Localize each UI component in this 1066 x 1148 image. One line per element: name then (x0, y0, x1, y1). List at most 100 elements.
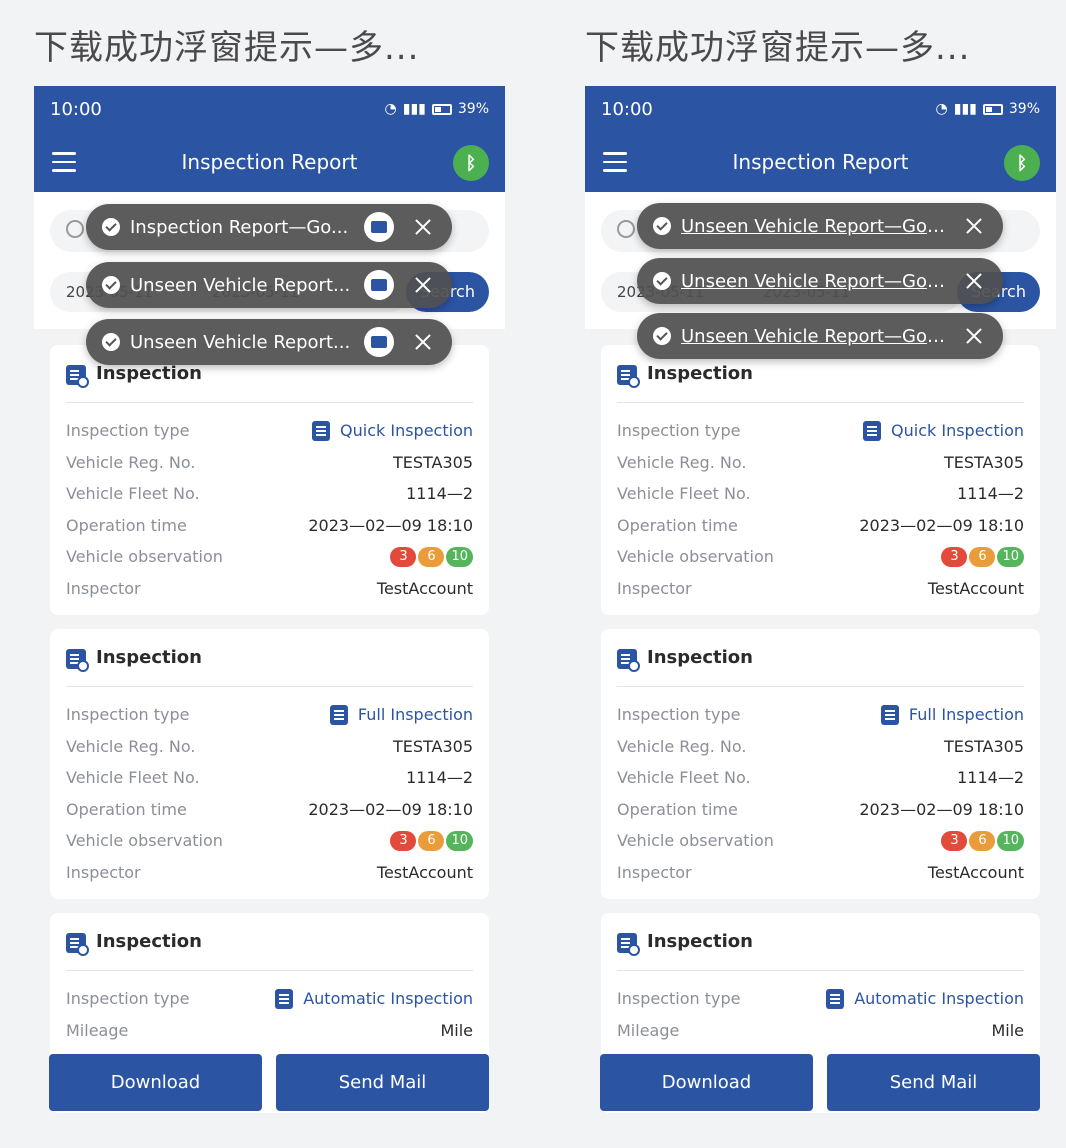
inspection-icon (617, 365, 640, 388)
observation-badges: 3 6 10 (390, 830, 473, 851)
row-inspector: Inspector TestAccount (617, 578, 1024, 598)
page-title: Inspection Report (181, 150, 358, 174)
bluetooth-icon[interactable]: ᛒ (1004, 145, 1040, 181)
card-title: Inspection (96, 363, 202, 384)
row-fleet-no: Vehicle Fleet No. 1114—2 (617, 484, 1024, 504)
status-icons: ◔ ▮▮▮ 39% (936, 101, 1040, 117)
full-inspection-icon (329, 704, 348, 725)
folder-icon[interactable] (364, 212, 394, 242)
card-title: Inspection (647, 363, 753, 384)
check-circle-icon (102, 276, 120, 294)
row-observation: Vehicle observation 3 6 10 (617, 541, 1024, 573)
badge-green: 10 (997, 830, 1024, 851)
badge-red: 3 (390, 830, 417, 851)
row-inspector: Inspector TestAccount (66, 862, 473, 882)
battery-level: 39% (1008, 101, 1040, 117)
row-inspection-type: Inspection type Quick Inspection (617, 420, 1024, 441)
battery-icon (431, 103, 452, 115)
row-inspection-type: Inspection type Automatic Inspection (617, 988, 1024, 1009)
badge-orange: 6 (969, 830, 996, 851)
row-inspector: Inspector TestAccount (617, 862, 1024, 882)
close-icon[interactable] (962, 324, 986, 348)
inspection-icon (66, 933, 89, 956)
status-bar: 10:00 ◔ ▮▮▮ 39% (585, 86, 1056, 134)
download-toast[interactable]: Unseen Vehicle Report... (86, 262, 452, 308)
toast-message: Unseen Vehicle Report... (130, 332, 351, 353)
badge-green: 10 (446, 830, 473, 851)
download-toast[interactable]: Unseen Vehicle Report... (86, 319, 452, 365)
send-mail-button[interactable]: Send Mail (276, 1054, 489, 1111)
row-inspection-type: Inspection type Full Inspection (66, 704, 473, 725)
folder-icon[interactable] (364, 270, 394, 300)
quick-inspection-icon (312, 420, 331, 441)
download-toast[interactable]: Unseen Vehicle Report—Go A... (637, 203, 1003, 249)
inspection-card[interactable]: Inspection Inspection type Quick Inspecti… (601, 345, 1040, 615)
inspection-card[interactable]: Inspection Inspection type Full Inspectio… (50, 629, 489, 899)
page-title: Inspection Report (732, 150, 909, 174)
toast-message: Unseen Vehicle Report... (130, 275, 351, 296)
close-icon[interactable] (411, 273, 435, 297)
card-title: Inspection (96, 647, 202, 668)
download-button[interactable]: Download (49, 1054, 262, 1111)
download-toast[interactable]: Inspection Report—Go... (86, 204, 452, 250)
check-circle-icon (102, 218, 120, 236)
row-op-time: Operation time 2023—02—09 18:10 (617, 515, 1024, 535)
row-observation: Vehicle observation 3 6 10 (617, 825, 1024, 857)
inspection-icon (617, 649, 640, 672)
inspection-icon (66, 649, 89, 672)
row-mileage: Mileage Mile (617, 1020, 1024, 1040)
check-circle-icon (653, 272, 671, 290)
card-title: Inspection (647, 647, 753, 668)
card-title: Inspection (647, 931, 753, 952)
toast-link[interactable]: Unseen Vehicle Report—Go A... (681, 216, 949, 237)
row-reg-no: Vehicle Reg. No. TESTA305 (617, 736, 1024, 756)
card-title: Inspection (96, 931, 202, 952)
row-inspection-type: Inspection type Quick Inspection (66, 420, 473, 441)
board-title-right: 下载成功浮窗提示—多... (585, 28, 971, 68)
bluetooth-icon[interactable]: ᛒ (453, 145, 489, 181)
phone-screen-left: 10:00 ◔ ▮▮▮ 39% Inspection Report ᛒ 2023… (34, 86, 505, 1132)
row-op-time: Operation time 2023—02—09 18:10 (66, 799, 473, 819)
search-icon (617, 220, 635, 238)
download-toast[interactable]: Unseen Vehicle Report—Go A... (637, 313, 1003, 359)
phone-screen-right: 10:00 ◔ ▮▮▮ 39% Inspection Report ᛒ 2023… (585, 86, 1056, 1132)
row-inspector: Inspector TestAccount (66, 578, 473, 598)
badge-orange: 6 (418, 546, 445, 567)
send-mail-button[interactable]: Send Mail (827, 1054, 1040, 1111)
row-reg-no: Vehicle Reg. No. TESTA305 (66, 452, 473, 472)
battery-icon (982, 103, 1003, 115)
observation-badges: 3 6 10 (390, 546, 473, 567)
download-button[interactable]: Download (600, 1054, 813, 1111)
status-time: 10:00 (50, 99, 102, 120)
toast-link[interactable]: Unseen Vehicle Report—Go A... (681, 271, 949, 292)
status-icons: ◔ ▮▮▮ 39% (385, 101, 489, 117)
close-icon[interactable] (962, 269, 986, 293)
row-fleet-no: Vehicle Fleet No. 1114—2 (66, 484, 473, 504)
full-inspection-icon (880, 704, 899, 725)
board-title-left: 下载成功浮窗提示—多... (34, 28, 420, 68)
inspection-card[interactable]: Inspection Inspection type Full Inspectio… (601, 629, 1040, 899)
row-op-time: Operation time 2023—02—09 18:10 (66, 515, 473, 535)
toast-message: Inspection Report—Go... (130, 217, 349, 238)
folder-icon[interactable] (364, 327, 394, 357)
close-icon[interactable] (411, 215, 435, 239)
app-bar: Inspection Report ᛒ (34, 134, 505, 192)
row-reg-no: Vehicle Reg. No. TESTA305 (66, 736, 473, 756)
quick-inspection-icon (863, 420, 882, 441)
close-icon[interactable] (411, 330, 435, 354)
badge-green: 10 (997, 546, 1024, 567)
badge-red: 3 (941, 546, 968, 567)
download-toast[interactable]: Unseen Vehicle Report—Go A... (637, 258, 1003, 304)
inspection-card[interactable]: Inspection Inspection type Quick Inspecti… (50, 345, 489, 615)
wifi-icon: ◔ (935, 101, 948, 117)
app-bar: Inspection Report ᛒ (585, 134, 1056, 192)
automatic-inspection-icon (826, 988, 845, 1009)
toast-link[interactable]: Unseen Vehicle Report—Go A... (681, 326, 949, 347)
row-reg-no: Vehicle Reg. No. TESTA305 (617, 452, 1024, 472)
inspection-icon (617, 933, 640, 956)
row-inspection-type: Inspection type Full Inspection (617, 704, 1024, 725)
close-icon[interactable] (962, 214, 986, 238)
automatic-inspection-icon (275, 988, 294, 1009)
search-icon (66, 220, 84, 238)
badge-green: 10 (446, 546, 473, 567)
